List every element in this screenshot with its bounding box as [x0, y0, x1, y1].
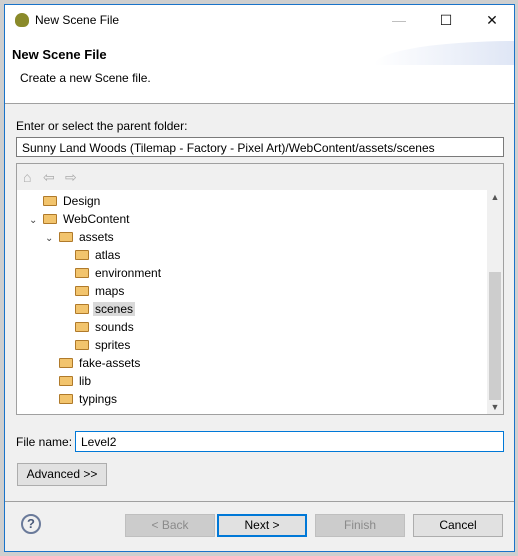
- tree-item-label: WebContent: [63, 212, 130, 226]
- tree-item[interactable]: scenes: [61, 300, 136, 318]
- tree-item[interactable]: sounds: [61, 318, 136, 336]
- tree-scrollbar[interactable]: ▲ ▼: [487, 190, 503, 414]
- tree-item-label: Design: [63, 194, 101, 208]
- help-icon[interactable]: ?: [21, 514, 41, 534]
- folder-tree[interactable]: ⌂ ⇦ ⇨ Design ⌄ WebContent ⌄ assets atlas envir…: [16, 163, 504, 415]
- wizard-header: New Scene File Create a new Scene file.: [5, 35, 514, 104]
- scroll-down-icon[interactable]: ▼: [487, 402, 503, 412]
- divider: [5, 501, 514, 502]
- tree-item[interactable]: atlas: [61, 246, 122, 264]
- folder-icon: [75, 286, 89, 296]
- page-description: Create a new Scene file.: [20, 71, 151, 85]
- maximize-button[interactable]: ☐: [423, 5, 469, 35]
- next-button[interactable]: Next >: [217, 514, 307, 537]
- home-icon[interactable]: ⌂: [23, 169, 31, 185]
- tree-item[interactable]: maps: [61, 282, 126, 300]
- tree-item-label: lib: [79, 374, 92, 388]
- finish-button[interactable]: Finish: [315, 514, 405, 537]
- tree-item-label: sprites: [95, 338, 131, 352]
- back-arrow-icon[interactable]: ⇦: [43, 169, 55, 186]
- window-title: New Scene File: [35, 13, 120, 27]
- folder-icon: [59, 358, 73, 368]
- folder-icon: [75, 340, 89, 350]
- tree-item[interactable]: typings: [45, 390, 119, 408]
- folder-icon: [75, 250, 89, 260]
- chevron-down-icon[interactable]: ⌄: [29, 212, 43, 230]
- page-title: New Scene File: [12, 47, 107, 62]
- folder-icon: [43, 196, 57, 206]
- title-bar: New Scene File — ☐ ✕: [5, 5, 514, 35]
- folder-icon: [75, 304, 89, 314]
- advanced-button[interactable]: Advanced >>: [17, 463, 107, 486]
- folder-icon: [59, 394, 73, 404]
- cancel-button[interactable]: Cancel: [413, 514, 503, 537]
- file-name-label: File name:: [16, 435, 73, 449]
- back-button[interactable]: < Back: [125, 514, 215, 537]
- tree-item-label: scenes: [93, 302, 136, 316]
- tree-item[interactable]: ⌄ WebContent: [29, 210, 132, 228]
- folder-icon: [43, 214, 57, 224]
- scrollbar-thumb[interactable]: [489, 272, 501, 400]
- folder-icon: [59, 232, 73, 242]
- new-scene-file-dialog: New Scene File — ☐ ✕ New Scene File Crea…: [4, 4, 515, 552]
- tree-item[interactable]: environment: [61, 264, 163, 282]
- tree-item-label: maps: [95, 284, 125, 298]
- tree-item-label: environment: [95, 266, 162, 280]
- tree-toolbar: ⌂ ⇦ ⇨: [17, 164, 503, 190]
- close-button[interactable]: ✕: [469, 5, 515, 35]
- folder-icon: [75, 322, 89, 332]
- parent-folder-input[interactable]: Sunny Land Woods (Tilemap - Factory - Pi…: [16, 137, 504, 157]
- app-icon: [15, 13, 29, 27]
- tree-item-label: fake-assets: [79, 356, 141, 370]
- tree-item[interactable]: Design: [29, 192, 102, 210]
- tree-item-label: atlas: [95, 248, 121, 262]
- minimize-button[interactable]: —: [376, 5, 422, 35]
- tree-item-label: sounds: [95, 320, 134, 334]
- tree-item[interactable]: lib: [45, 372, 93, 390]
- forward-arrow-icon[interactable]: ⇨: [65, 169, 77, 186]
- folder-icon: [59, 376, 73, 386]
- tree-item[interactable]: ⌄ assets: [45, 228, 116, 246]
- header-banner: [374, 41, 514, 65]
- folder-icon: [75, 268, 89, 278]
- chevron-down-icon[interactable]: ⌄: [45, 230, 59, 248]
- file-name-input[interactable]: Level2: [75, 431, 504, 452]
- parent-folder-label: Enter or select the parent folder:: [16, 119, 188, 133]
- scroll-up-icon[interactable]: ▲: [487, 192, 503, 202]
- tree-item[interactable]: sprites: [61, 336, 132, 354]
- tree-item[interactable]: fake-assets: [45, 354, 142, 372]
- tree-item-label: assets: [79, 230, 114, 244]
- tree-item-label: typings: [79, 392, 118, 406]
